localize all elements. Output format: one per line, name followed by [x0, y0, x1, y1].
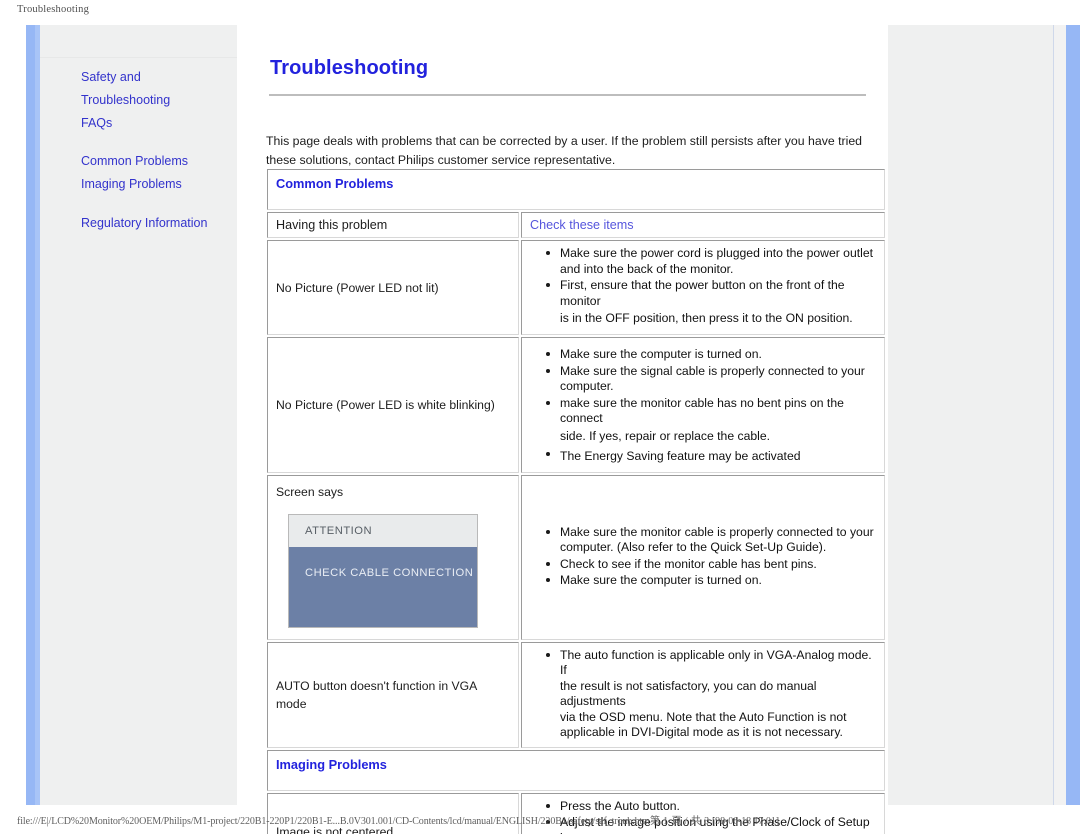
sidebar-item-regulatory-information[interactable]: Regulatory Information: [81, 212, 231, 235]
list-item: First, ensure that the power button on t…: [546, 278, 876, 328]
print-footer-page: 第 1 頁 / 共 3: [649, 816, 710, 827]
check-line: Make sure the signal cable is properly c…: [560, 363, 865, 378]
list-item: Make sure the monitor cable is properly …: [546, 524, 876, 556]
check-line: the result is not satisfactory, you can …: [560, 678, 817, 709]
list-item: Make sure the signal cable is properly c…: [546, 363, 876, 395]
row-checks: The auto function is applicable only in …: [521, 641, 885, 748]
row-problem-auto-button: AUTO button doesn't function in VGA mode: [267, 641, 519, 748]
left-accent-bar-outer: [26, 25, 35, 805]
table-row: No Picture (Power LED not lit) Make sure…: [267, 240, 885, 335]
row-checks: Make sure the monitor cable is properly …: [521, 474, 885, 640]
troubleshooting-table: Common Problems Having this problem Chec…: [265, 167, 887, 834]
print-header-title: Troubleshooting: [17, 4, 90, 15]
check-line: Make sure the power cord is plugged into…: [560, 246, 873, 260]
problem-line-1: AUTO button doesn't function in VGA: [276, 678, 477, 693]
main-content: Troubleshooting This page deals with pro…: [237, 25, 888, 834]
sidebar-divider: [40, 57, 237, 58]
check-list: Make sure the power cord is plugged into…: [530, 246, 876, 328]
check-line: computer. (Also refer to the Quick Set-U…: [560, 540, 827, 554]
osd-title: ATTENTION: [289, 514, 477, 547]
osd-message: CHECK CABLE CONNECTION: [289, 546, 477, 627]
problem-line-2: mode: [276, 696, 307, 711]
check-line: side. If yes, repair or replace the cabl…: [560, 428, 771, 443]
page-title: Troubleshooting: [270, 57, 429, 80]
section-heading-common-problems: Common Problems: [267, 169, 885, 210]
check-line: applicable in DVI-Digital mode as it is …: [560, 725, 843, 739]
list-item: Make sure the power cord is plugged into…: [546, 246, 876, 277]
row-checks: Make sure the power cord is plugged into…: [521, 240, 885, 335]
problem-line-1: No Picture: [276, 397, 333, 412]
table-section-row-imaging: Imaging Problems: [267, 749, 885, 791]
table-row: AUTO button doesn't function in VGA mode…: [267, 641, 885, 748]
list-item: Make sure the computer is turned on.: [546, 573, 876, 589]
check-line: The Energy Saving feature may be activat…: [560, 448, 801, 463]
table-header-row: Having this problem Check these items: [267, 212, 885, 238]
check-line: Make sure the monitor cable is properly …: [560, 524, 874, 539]
sidebar-item-troubleshooting[interactable]: Troubleshooting: [81, 89, 231, 112]
check-line: Make sure the computer is turned on.: [560, 573, 762, 587]
check-line: and into the back of the monitor.: [560, 261, 734, 276]
column-header-check: Check these items: [521, 212, 885, 238]
print-footer-path: file:///E|/LCD%20Monitor%20OEM/Philips/M…: [17, 816, 650, 827]
sidebar-item-common-problems[interactable]: Common Problems: [81, 150, 231, 173]
check-line: Make sure the computer is turned on.: [560, 347, 762, 361]
list-item: make sure the monitor cable has no bent …: [546, 395, 876, 446]
right-accent-bar: [1066, 25, 1080, 805]
check-line: make sure the monitor cable has no bent …: [560, 395, 844, 426]
problem-line-1: No Picture: [276, 280, 333, 295]
check-list: Make sure the monitor cable is properly …: [530, 525, 876, 589]
sidebar-item-imaging-problems[interactable]: Imaging Problems: [81, 173, 231, 196]
sidebar-item-faqs[interactable]: FAQs: [81, 112, 231, 135]
list-item: Make sure the computer is turned on.: [546, 347, 876, 363]
intro-paragraph: This page deals with problems that can b…: [266, 134, 863, 167]
osd-attention-box: ATTENTION CHECK CABLE CONNECTION: [288, 513, 478, 628]
print-footer-timestamp: [98-06-18 17:01]: [711, 816, 779, 827]
check-line: computer.: [560, 379, 614, 393]
check-list: The auto function is applicable only in …: [530, 648, 876, 741]
list-item: The auto function is applicable only in …: [546, 647, 876, 741]
check-line: via the OSD menu. Note that the Auto Fun…: [560, 709, 847, 724]
problem-line-2: (Power LED is white blinking): [336, 397, 495, 412]
problem-label: Screen says: [276, 484, 344, 499]
table-section-row-common: Common Problems: [267, 169, 885, 210]
section-heading-imaging-problems: Imaging Problems: [267, 749, 885, 791]
table-row: No Picture (Power LED is white blinking)…: [267, 337, 885, 473]
row-checks: Make sure the computer is turned on. Mak…: [521, 337, 885, 473]
check-line: First, ensure that the power button on t…: [560, 278, 845, 308]
sidebar-navigation: Safety and Troubleshooting FAQs Common P…: [81, 66, 231, 235]
page-body: Safety and Troubleshooting FAQs Common P…: [26, 25, 1080, 834]
column-header-problem: Having this problem: [267, 212, 519, 238]
row-problem-no-picture-led-blinking: No Picture (Power LED is white blinking): [267, 337, 519, 473]
row-problem-screen-says: Screen says ATTENTION CHECK CABLE CONNEC…: [267, 474, 519, 640]
title-divider: [269, 94, 866, 96]
right-margin-panel: [888, 25, 1053, 805]
printed-web-page: Troubleshooting Safety and Troubleshooti…: [0, 0, 1080, 834]
check-line: is in the OFF position, then press it to…: [560, 311, 853, 325]
check-line: Check to see if the monitor cable has be…: [560, 556, 817, 571]
check-list: Make sure the computer is turned on. Mak…: [530, 347, 876, 466]
print-footer: file:///E|/LCD%20Monitor%20OEM/Philips/M…: [17, 812, 779, 827]
row-problem-no-picture-led-not-lit: No Picture (Power LED not lit): [267, 240, 519, 335]
list-item: Check to see if the monitor cable has be…: [546, 556, 876, 573]
right-gutter: [1054, 25, 1066, 805]
table-row: Screen says ATTENTION CHECK CABLE CONNEC…: [267, 474, 885, 640]
problem-line-2: (Power LED not lit): [336, 280, 439, 295]
list-item: The Energy Saving feature may be activat…: [546, 447, 876, 466]
sidebar-item-safety-and[interactable]: Safety and: [81, 66, 231, 89]
check-line: The auto function is applicable only in …: [560, 647, 872, 678]
